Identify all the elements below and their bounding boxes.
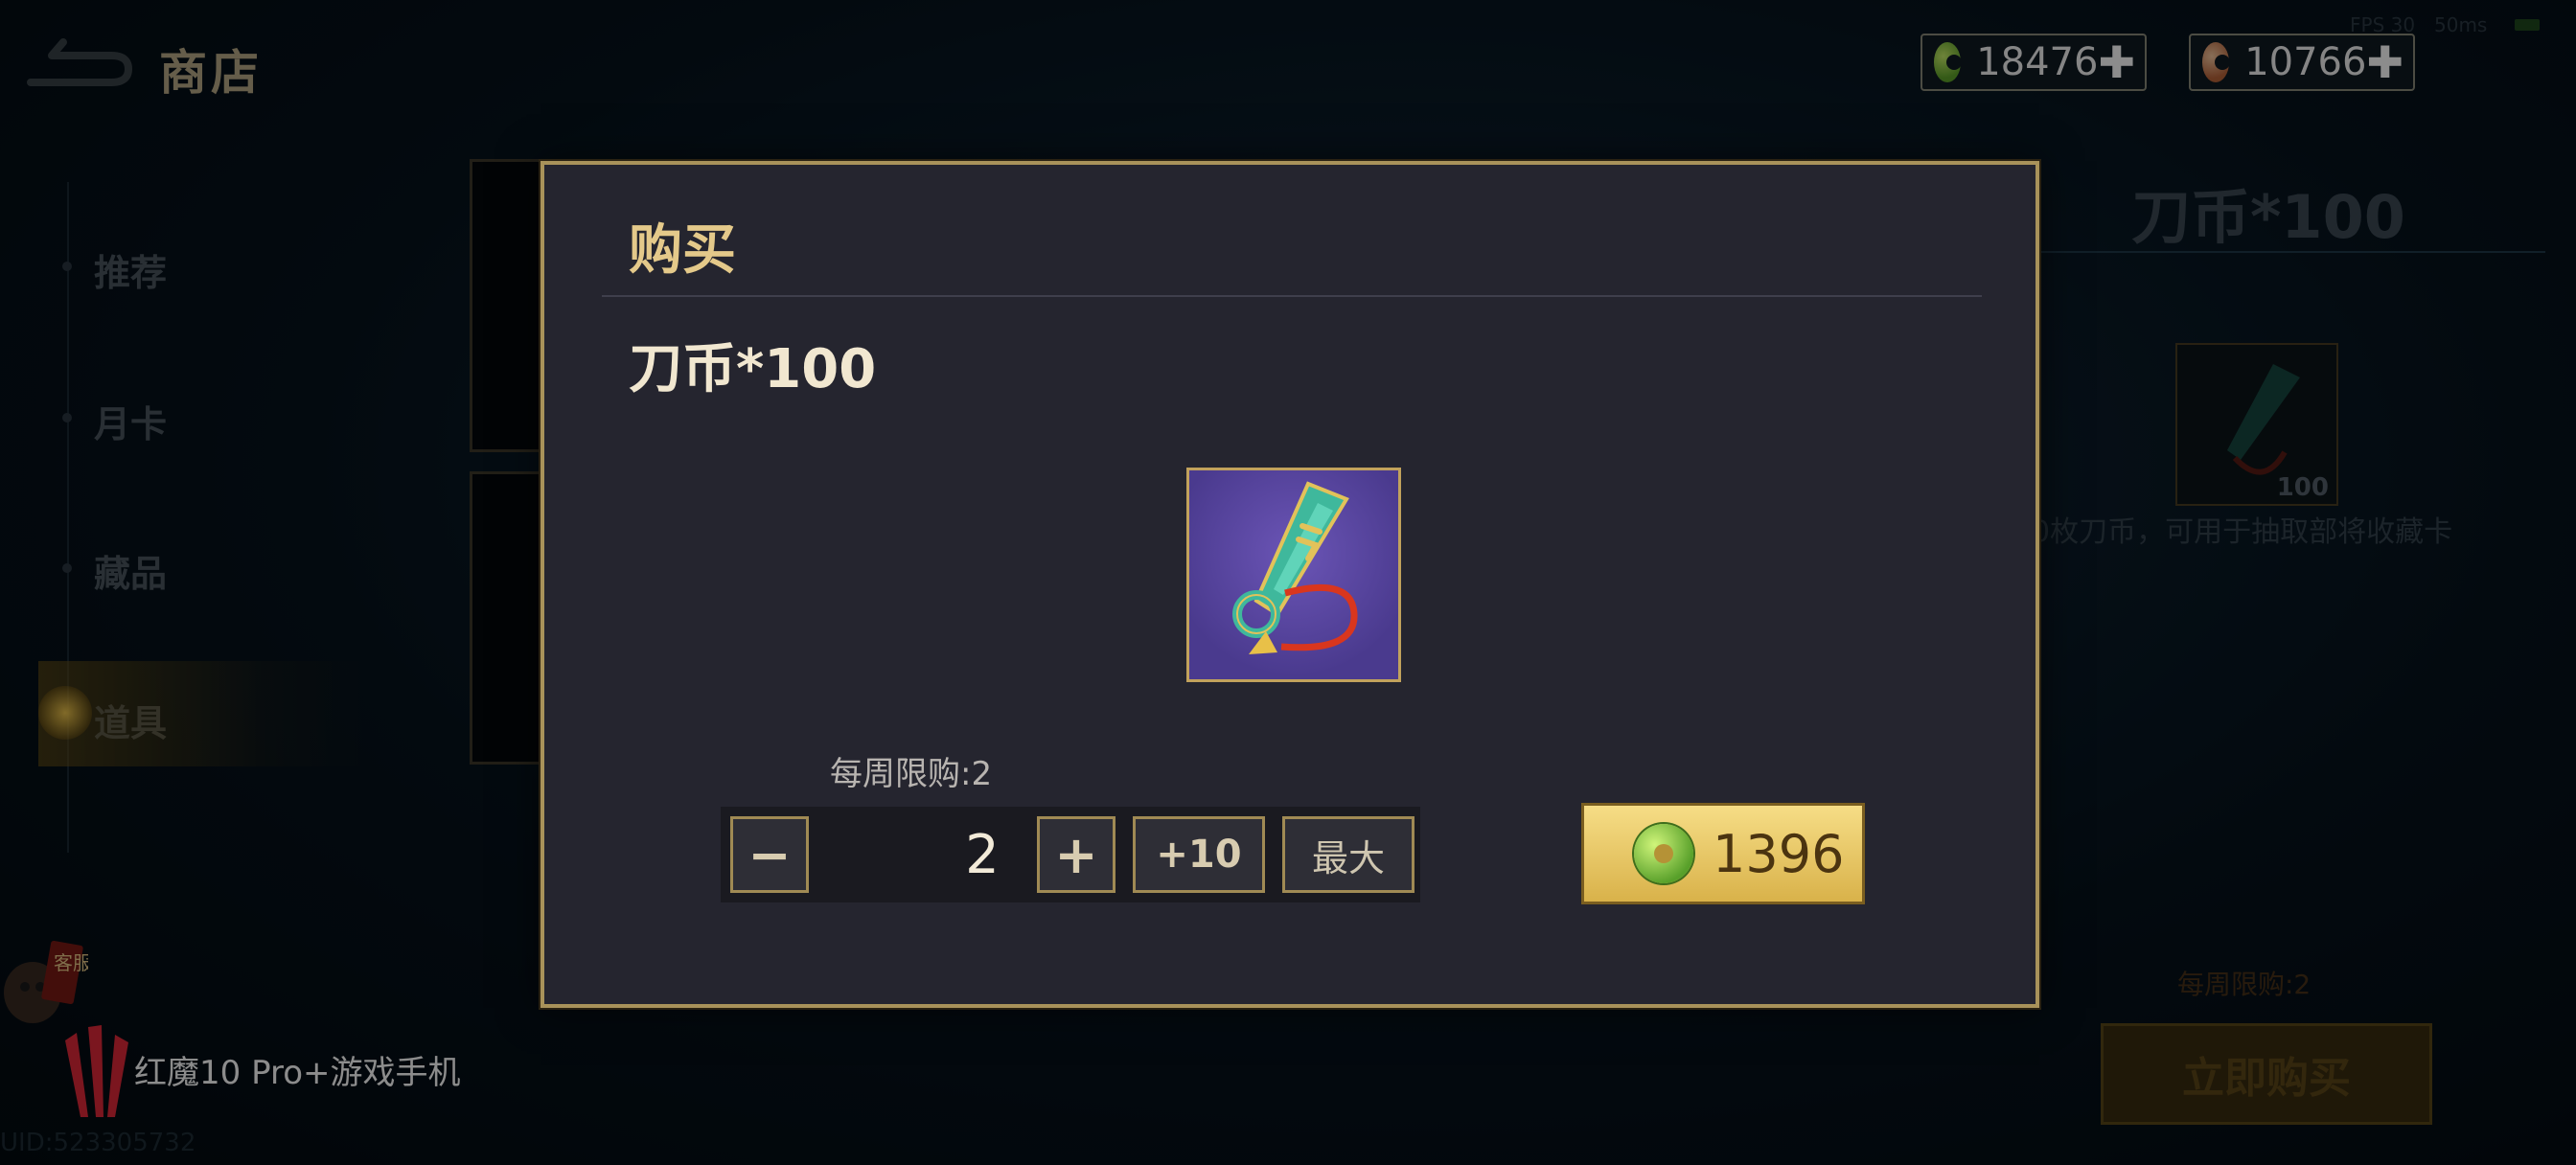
increase-quantity-button[interactable]: +	[1037, 816, 1116, 893]
confirm-purchase-button[interactable]: 1396	[1581, 803, 1865, 904]
item-image-frame	[1186, 468, 1401, 682]
dialog-divider	[602, 295, 1982, 297]
item-name: 刀币*100	[629, 338, 877, 400]
jade-coin-icon	[1634, 824, 1693, 883]
decrease-quantity-button[interactable]: −	[730, 816, 809, 893]
weekly-limit-label: 每周限购:2	[830, 755, 993, 793]
purchase-dialog: 购买 刀币*100 每周限购:2 − 2 + +10 最大 1396	[540, 161, 2039, 1008]
add-ten-button[interactable]: +10	[1133, 816, 1265, 893]
max-quantity-button[interactable]: 最大	[1282, 816, 1414, 893]
jade-blade-coin-icon	[1232, 481, 1358, 654]
purchase-price: 1396	[1713, 823, 1845, 884]
dialog-title: 购买	[629, 219, 736, 282]
